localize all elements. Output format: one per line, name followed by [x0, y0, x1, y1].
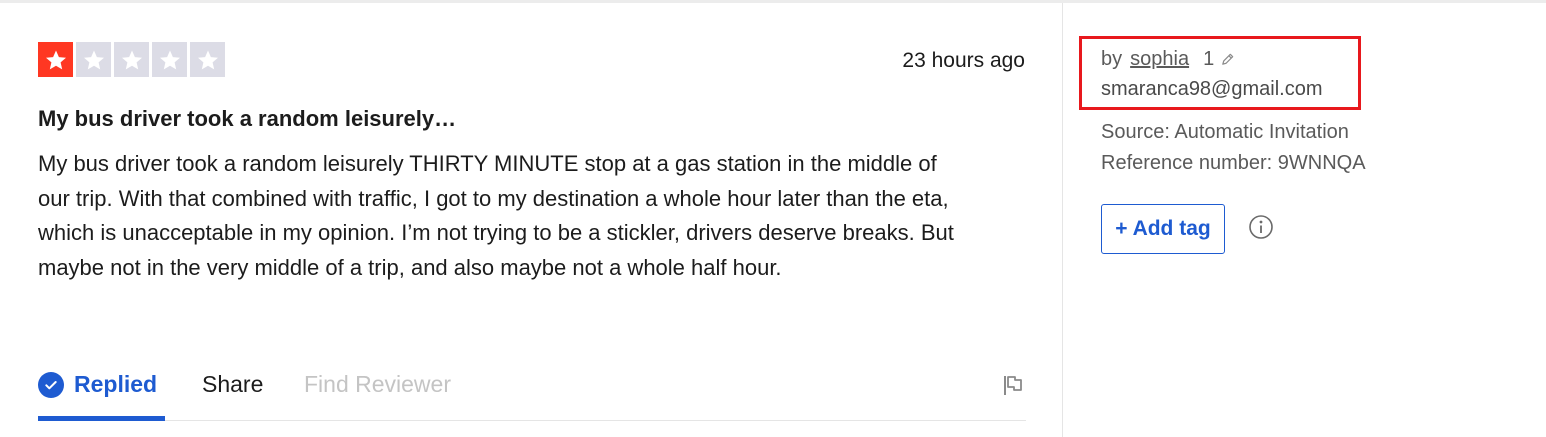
review-time: 23 hours ago [902, 49, 1025, 72]
star-icon [197, 50, 218, 69]
star-1 [38, 42, 73, 77]
by-prefix: by [1101, 48, 1123, 70]
star-4 [152, 42, 187, 77]
reviewer-email: smaranca98@gmail.com [1101, 78, 1323, 100]
star-icon [121, 50, 142, 69]
check-circle-icon [38, 371, 64, 398]
active-tab-indicator [38, 416, 165, 421]
find-reviewer-button[interactable]: Find Reviewer [304, 371, 451, 398]
review-count: 1 [1203, 48, 1215, 70]
star-icon [159, 50, 180, 69]
replied-tab[interactable]: Replied [38, 371, 157, 398]
review-sidebar: by sophia 1 smaranca98@gmail.com Source:… [1062, 3, 1546, 437]
pencil-icon[interactable] [1220, 52, 1235, 67]
author-line: by sophia 1 [1101, 48, 1235, 71]
star-rating [38, 42, 225, 77]
author-link[interactable]: sophia [1130, 48, 1189, 71]
reference-number: Reference number: 9WNNQA [1101, 152, 1366, 174]
star-3 [114, 42, 149, 77]
review-title: My bus driver took a random leisurely… [38, 106, 457, 131]
star-icon [83, 50, 104, 69]
flag-icon[interactable] [1002, 374, 1024, 396]
add-tag-button[interactable]: + Add tag [1101, 204, 1225, 254]
star-5 [190, 42, 225, 77]
review-actions: Replied Share Find Reviewer [38, 359, 1026, 421]
share-button[interactable]: Share [202, 371, 263, 398]
review-card: 23 hours ago My bus driver took a random… [0, 3, 1062, 437]
review-source: Source: Automatic Invitation [1101, 121, 1349, 143]
star-icon [45, 50, 66, 69]
info-icon[interactable] [1248, 214, 1274, 240]
review-body: My bus driver took a random leisurely TH… [38, 151, 954, 280]
star-2 [76, 42, 111, 77]
replied-label: Replied [74, 371, 158, 397]
